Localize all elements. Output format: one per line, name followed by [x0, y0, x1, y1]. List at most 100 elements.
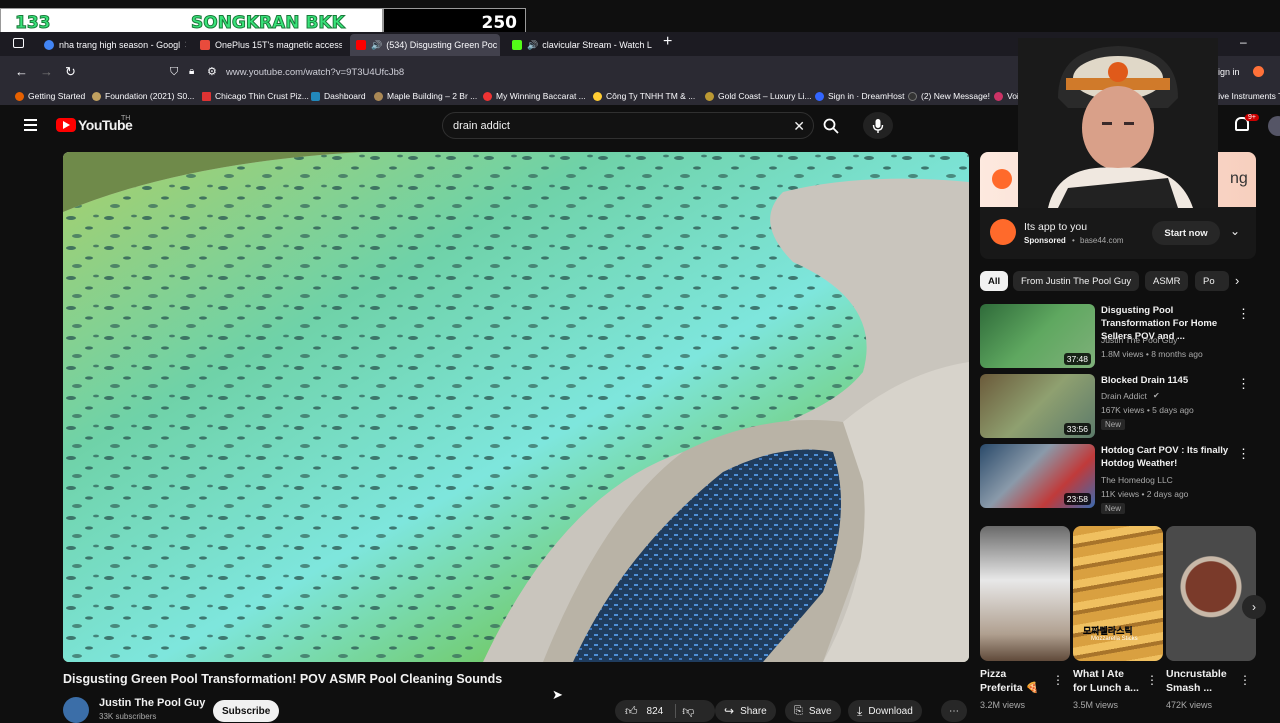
recommendation-channel[interactable]: Justin The Pool Guy [1101, 335, 1177, 345]
tab-list-icon[interactable] [13, 38, 24, 48]
tab-kick[interactable]: 🔊 clavicular Stream - Watch L✕ [506, 34, 652, 56]
short-views: 3.2M views [980, 700, 1025, 710]
bookmark-label: Gold Coast – Luxury Li... [718, 91, 812, 101]
search-input[interactable]: drain addict ✕ [442, 112, 814, 139]
recommendation-item[interactable]: 23:58 Hotdog Cart POV : Its finally Hotd… [980, 444, 1256, 512]
forward-arrow-icon[interactable]: → [40, 64, 53, 80]
search-query[interactable]: drain addict [453, 120, 510, 132]
thumbs-up-icon[interactable]: 👍︎ [625, 704, 638, 719]
short-title-line: Uncrustable [1166, 667, 1227, 681]
tab-oneplus[interactable]: OnePlus 15T's magnetic access✕ [194, 34, 342, 56]
more-vert-icon[interactable]: ⋮ [1237, 306, 1250, 322]
short-thumbnail[interactable] [1166, 526, 1256, 661]
bookmark-item[interactable]: (2) New Message! [908, 91, 990, 101]
video-frame[interactable] [63, 152, 969, 662]
recommendation-title[interactable]: Blocked Drain 1145 [1101, 374, 1241, 387]
tab-youtube-active[interactable]: 🔊 (534) Disgusting Green Poc✕ [350, 34, 500, 56]
chip-partial[interactable]: Po [1195, 271, 1229, 291]
address-bar[interactable]: www.youtube.com/watch?v=9T3U4UfcJb8 [165, 61, 1085, 83]
bookmark-item[interactable]: Chicago Thin Crust Piz... [202, 91, 309, 101]
voice-search-button[interactable] [863, 112, 893, 139]
share-button[interactable]: ↪Share [715, 700, 776, 722]
url-text[interactable]: www.youtube.com/watch?v=9T3U4UfcJb8 [226, 67, 404, 78]
ad-cta-button[interactable]: Start now [1152, 221, 1220, 245]
notification-badge: 9+ [1245, 114, 1259, 121]
close-icon[interactable]: ✕ [180, 40, 186, 51]
back-arrow-icon[interactable]: ← [15, 64, 28, 80]
close-icon[interactable]: ✕ [497, 40, 500, 51]
search-button[interactable] [816, 112, 846, 139]
ad-sponsored-label: Sponsored [1024, 236, 1066, 245]
new-tab-button[interactable]: + [663, 33, 672, 51]
clear-search-icon[interactable]: ✕ [793, 118, 805, 135]
more-vert-icon[interactable]: ⋮ [1146, 673, 1158, 687]
bookmark-item[interactable]: Foundation (2021) S0... [92, 91, 194, 101]
thumbs-down-icon[interactable]: 👎︎ [682, 704, 694, 719]
channel-name[interactable]: Justin The Pool Guy [99, 697, 205, 709]
more-vert-icon[interactable]: ⋮ [1052, 673, 1064, 687]
chevron-right-icon[interactable]: › [1235, 273, 1239, 288]
recommendation-item[interactable]: 37:48 Disgusting Pool Transformation For… [980, 304, 1256, 372]
short-thumbnail[interactable] [980, 526, 1070, 661]
site-icon [200, 40, 210, 50]
video-thumbnail[interactable]: 23:58 [980, 444, 1095, 508]
ad-banner-text: ng [1230, 170, 1248, 188]
recommendation-title[interactable]: Hotdog Cart POV : Its finally Hotdog Wea… [1101, 444, 1241, 470]
youtube-logo-icon[interactable] [56, 118, 76, 132]
speaker-icon[interactable]: 🔊 [527, 40, 538, 51]
more-icon: ⋯ [949, 706, 959, 717]
short-title[interactable]: What I Atefor Lunch a... [1073, 667, 1139, 695]
bookmark-icon [202, 92, 211, 101]
video-thumbnail[interactable]: 37:48 [980, 304, 1095, 368]
bookmark-label: (2) New Message! [921, 91, 990, 101]
channel-avatar[interactable] [63, 697, 89, 723]
minimize-button[interactable]: – [1240, 35, 1247, 49]
chip-from-channel[interactable]: From Justin The Pool Guy [1013, 271, 1139, 291]
save-label: Save [809, 706, 832, 717]
more-vert-icon[interactable]: ⋮ [1237, 376, 1250, 392]
chip-all[interactable]: All [980, 271, 1008, 291]
subscribe-button[interactable]: Subscribe [213, 700, 279, 722]
ad-headline[interactable]: Its app to you [1024, 221, 1087, 233]
menu-icon[interactable] [24, 119, 37, 131]
video-player[interactable] [63, 152, 969, 662]
video-title: Disgusting Green Pool Transformation! PO… [63, 672, 502, 686]
ad-cta-label: Start now [1164, 228, 1207, 239]
chip-asmr[interactable]: ASMR [1145, 271, 1188, 291]
shorts-next-button[interactable]: › [1242, 595, 1266, 619]
bookmark-item[interactable]: My Winning Baccarat ... [483, 91, 586, 101]
chevron-down-icon[interactable]: ⌄ [1230, 224, 1240, 238]
tab-google[interactable]: nha trang high season - Googl✕ [38, 34, 186, 56]
recommendation-channel[interactable]: The Homedog LLC [1101, 475, 1173, 485]
save-button[interactable]: ⎘Save [785, 700, 841, 722]
bookmark-item[interactable]: Getting Started [15, 91, 85, 101]
recommendation-channel[interactable]: Drain Addict [1101, 391, 1147, 401]
short-title[interactable]: UncrustableSmash ... [1166, 667, 1227, 695]
bookmark-item[interactable]: Gold Coast – Luxury Li... [705, 91, 812, 101]
country-code: TH [121, 115, 130, 122]
video-thumbnail[interactable]: 33:56 [980, 374, 1095, 438]
recommendation-item[interactable]: 33:56 Blocked Drain 1145 Drain Addict ✔ … [980, 374, 1256, 442]
bookmark-item[interactable]: Maple Building – 2 Br ... [374, 91, 477, 101]
more-actions-button[interactable]: ⋯ [941, 700, 967, 722]
bookmark-label: Công Ty TNHH TM & ... [606, 91, 695, 101]
more-vert-icon[interactable]: ⋮ [1237, 446, 1250, 462]
short-views: 472K views [1166, 700, 1212, 710]
reload-icon[interactable]: ↻ [65, 64, 76, 80]
download-button[interactable]: ⤓Download [848, 700, 922, 722]
more-vert-icon[interactable]: ⋮ [1239, 673, 1251, 687]
like-count[interactable]: 824 [647, 706, 664, 717]
recommendation-meta: 11K views • 2 days ago [1101, 489, 1188, 499]
short-title[interactable]: PizzaPreferita 🍕 [980, 667, 1039, 695]
short-thumbnail[interactable]: 모짜렐라스틱 Mozzarella Sticks [1073, 526, 1163, 661]
advertiser-avatar[interactable] [990, 219, 1016, 245]
bookmark-item[interactable]: Công Ty TNHH TM & ... [593, 91, 695, 101]
bookmark-item[interactable]: Dashboard [311, 91, 366, 101]
bookmark-item[interactable]: Sign in · DreamHost [815, 91, 905, 101]
speaker-icon[interactable]: 🔊 [371, 40, 382, 51]
bookmark-icon [815, 92, 824, 101]
avatar[interactable] [1268, 116, 1280, 136]
search-icon [823, 118, 839, 134]
short-title-line: for Lunch a... [1073, 681, 1139, 695]
firefox-menu-icon[interactable] [1253, 66, 1264, 77]
